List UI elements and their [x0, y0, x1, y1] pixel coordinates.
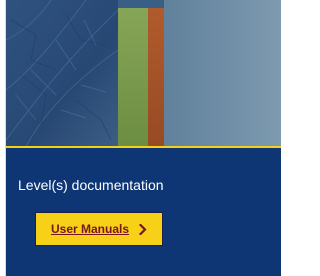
- documentation-card: Level(s) documentation User Manuals: [5, 0, 281, 276]
- banner-artwork: [6, 0, 281, 146]
- chevron-right-icon: [139, 223, 147, 235]
- banner-image: [6, 0, 281, 146]
- user-manuals-button[interactable]: User Manuals: [35, 212, 163, 246]
- card-title: Level(s) documentation: [18, 177, 164, 193]
- user-manuals-label: User Manuals: [50, 222, 130, 236]
- banner-divider: [6, 146, 281, 148]
